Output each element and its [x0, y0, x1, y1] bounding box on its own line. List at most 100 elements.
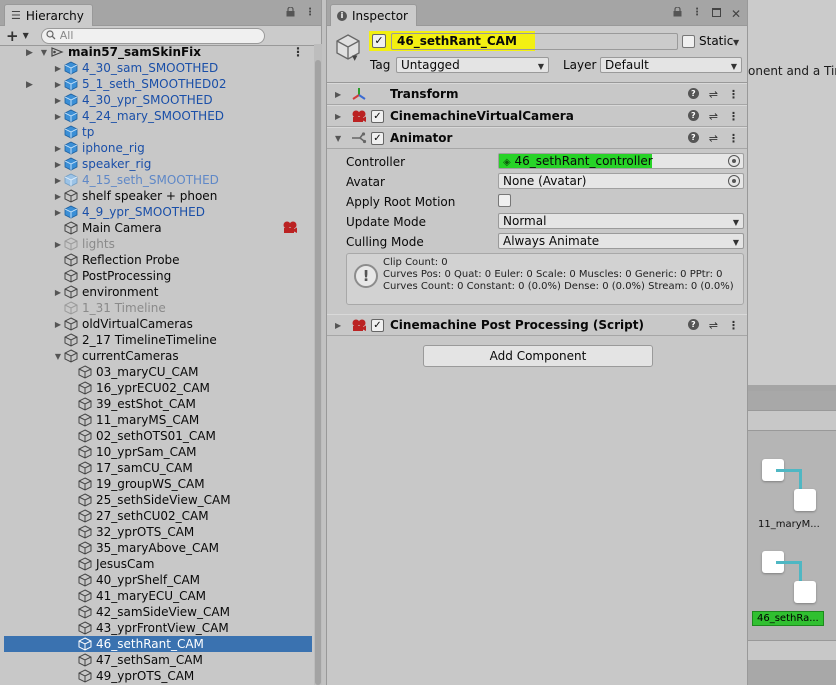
foldout-arrow-icon[interactable]: ▶	[335, 321, 345, 330]
component-enabled-checkbox[interactable]: ✓	[371, 109, 384, 123]
hierarchy-item[interactable]: 2_17 TimelineTimeline	[4, 332, 312, 348]
graph-view[interactable]: 11_maryM... 46_sethRa...	[748, 431, 836, 641]
inspector-tab[interactable]: i Inspector	[330, 4, 417, 26]
hierarchy-item[interactable]: Reflection Probe	[4, 252, 312, 268]
foldout-arrow-icon[interactable]: ▶	[52, 320, 64, 329]
foldout-arrow-icon[interactable]: ▶	[52, 64, 64, 73]
scene-view[interactable]	[748, 0, 836, 390]
menu-dots-icon[interactable]: ⋮	[728, 88, 739, 101]
menu-dots-icon[interactable]: ⋮	[305, 7, 315, 20]
object-picker-icon[interactable]	[728, 155, 740, 167]
hierarchy-item[interactable]: PostProcessing	[4, 268, 312, 284]
avatar-field[interactable]: None (Avatar)	[498, 173, 744, 189]
hierarchy-item[interactable]: ▼ currentCameras	[4, 348, 312, 364]
foldout-arrow-icon[interactable]: ▶	[335, 90, 345, 99]
hierarchy-item[interactable]: ▶ shelf speaker + phoen	[4, 188, 312, 204]
hierarchy-item[interactable]: tp	[4, 124, 312, 140]
menu-dots-icon[interactable]: ⋮	[728, 132, 739, 145]
hierarchy-item[interactable]: ▶ iphone_rig	[4, 140, 312, 156]
presets-icon[interactable]: ⇌	[709, 88, 718, 101]
presets-icon[interactable]: ⇌	[709, 132, 718, 145]
static-checkbox[interactable]	[682, 35, 695, 48]
add-component-button[interactable]: Add Component	[423, 345, 653, 367]
foldout-arrow-icon[interactable]: ▶	[52, 176, 64, 185]
hierarchy-item[interactable]: ▶ oldVirtualCameras	[4, 316, 312, 332]
foldout-arrow-expanded-icon[interactable]: ▼	[38, 48, 50, 57]
graph-node[interactable]	[794, 581, 816, 603]
foldout-arrow-icon[interactable]: ▶	[52, 240, 64, 249]
presets-icon[interactable]: ⇌	[709, 319, 718, 332]
hierarchy-item[interactable]: 10_yprSam_CAM	[4, 444, 312, 460]
hierarchy-item[interactable]: ▶ speaker_rig	[4, 156, 312, 172]
hierarchy-item[interactable]: 49_yprOTS_CAM	[4, 668, 312, 684]
search-field[interactable]	[40, 27, 265, 44]
hierarchy-item[interactable]: 11_maryMS_CAM	[4, 412, 312, 428]
hierarchy-item[interactable]: ▶ 4_24_mary_SMOOTHED	[4, 108, 312, 124]
component-cinemachine-virtual-camera[interactable]: ▶ ✓ CinemachineVirtualCamera ? ⇌ ⋮	[327, 105, 747, 127]
help-icon[interactable]: ?	[687, 88, 699, 99]
object-name-field[interactable]: 46_sethRant_CAM	[391, 33, 678, 50]
foldout-arrow-expanded-icon[interactable]: ▼	[52, 352, 64, 361]
lock-icon[interactable]	[673, 6, 682, 21]
search-input[interactable]	[59, 29, 250, 42]
static-dropdown-icon[interactable]: ▼	[733, 38, 739, 47]
menu-dots-icon[interactable]: ⋮	[728, 319, 739, 332]
foldout-arrow-expanded-icon[interactable]: ▼	[335, 134, 345, 143]
menu-dots-icon[interactable]: ⋮	[692, 7, 702, 21]
foldout-arrow-icon[interactable]: ▶	[52, 80, 64, 89]
menu-dots-icon[interactable]: ⋮	[292, 45, 304, 59]
foldout-arrow-icon[interactable]: ▶	[52, 144, 64, 153]
component-enabled-checkbox[interactable]: ✓	[371, 318, 384, 332]
graph-node[interactable]	[794, 489, 816, 511]
maximize-icon[interactable]	[711, 8, 721, 17]
component-enabled-checkbox[interactable]: ✓	[371, 131, 384, 145]
hierarchy-scroll-thumb[interactable]	[315, 60, 321, 685]
help-icon[interactable]: ?	[687, 319, 699, 330]
menu-dots-icon[interactable]: ⋮	[728, 110, 739, 123]
foldout-arrow-icon[interactable]: ▶	[52, 112, 64, 121]
apply-root-motion-checkbox[interactable]	[498, 194, 511, 207]
hierarchy-item[interactable]: 02_sethOTS01_CAM	[4, 428, 312, 444]
hierarchy-item[interactable]: 43_yprFrontView_CAM	[4, 620, 312, 636]
foldout-arrow-icon[interactable]: ▶	[335, 112, 345, 121]
tag-dropdown[interactable]: Untagged	[396, 57, 549, 74]
lock-icon[interactable]	[286, 6, 295, 20]
create-dropdown-icon[interactable]: ▼	[23, 31, 29, 40]
foldout-arrow-icon[interactable]: ▶	[52, 288, 64, 297]
foldout-arrow-icon[interactable]: ▶	[52, 192, 64, 201]
hierarchy-item[interactable]: 25_sethSideView_CAM	[4, 492, 312, 508]
hierarchy-item[interactable]: 41_maryECU_CAM	[4, 588, 312, 604]
hierarchy-item[interactable]: 16_yprECU02_CAM	[4, 380, 312, 396]
help-icon[interactable]: ?	[687, 110, 699, 121]
foldout-arrow-icon[interactable]: ▶	[52, 208, 64, 217]
hierarchy-item[interactable]: 03_maryCU_CAM	[4, 364, 312, 380]
layer-dropdown[interactable]: Default	[600, 57, 742, 74]
hierarchy-item[interactable]: ▶ lights	[4, 236, 312, 252]
hierarchy-item[interactable]: JesusCam	[4, 556, 312, 572]
hierarchy-item[interactable]: 19_groupWS_CAM	[4, 476, 312, 492]
presets-icon[interactable]: ⇌	[709, 110, 718, 123]
help-icon[interactable]: ?	[687, 132, 699, 143]
component-transform[interactable]: ▶ Transform ? ⇌ ⋮	[327, 83, 747, 105]
graph-node-caption-selected[interactable]: 46_sethRa...	[752, 611, 824, 626]
hierarchy-item[interactable]: 27_sethCU02_CAM	[4, 508, 312, 524]
update-mode-dropdown[interactable]: Normal	[498, 213, 744, 230]
hierarchy-item[interactable]: 46_sethRant_CAM	[4, 636, 312, 652]
foldout-arrow-icon[interactable]: ▶	[52, 96, 64, 105]
hierarchy-item[interactable]: 1_31 Timeline	[4, 300, 312, 316]
hierarchy-item[interactable]: ▶ environment	[4, 284, 312, 300]
close-icon[interactable]: ✕	[731, 7, 741, 21]
hierarchy-item[interactable]: ▶ 4_30_sam_SMOOTHED	[4, 60, 312, 76]
hierarchy-item[interactable]: 32_yprOTS_CAM	[4, 524, 312, 540]
hierarchy-item[interactable]: 17_samCU_CAM	[4, 460, 312, 476]
hierarchy-item[interactable]: ▶ 4_15_seth_SMOOTHED	[4, 172, 312, 188]
hierarchy-tab[interactable]: ☰ Hierarchy	[4, 4, 93, 26]
component-animator[interactable]: ▼ ✓ Animator ? ⇌ ⋮	[327, 127, 747, 149]
controller-field[interactable]: ◈ 46_sethRant_controller	[498, 153, 744, 169]
hierarchy-item[interactable]: ▶ 5_1_seth_SMOOTHED02	[4, 76, 312, 92]
hierarchy-item[interactable]: 42_samSideView_CAM	[4, 604, 312, 620]
hierarchy-item[interactable]: 40_yprShelf_CAM	[4, 572, 312, 588]
scene-row[interactable]: ▼ main57_samSkinFix ⋮	[4, 44, 312, 60]
hierarchy-item[interactable]: Main Camera	[4, 220, 312, 236]
hierarchy-item[interactable]: ▶ 4_9_ypr_SMOOTHED	[4, 204, 312, 220]
